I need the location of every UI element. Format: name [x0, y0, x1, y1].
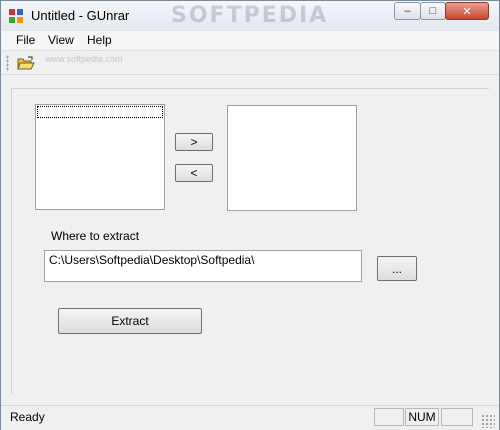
watermark-text: SOFTPEDIA	[171, 3, 329, 28]
watermark-url: www.softpedia.com	[45, 54, 123, 64]
status-pane-scroll	[441, 408, 473, 426]
open-button[interactable]	[15, 54, 37, 72]
add-button-label: >	[190, 135, 198, 149]
open-folder-icon	[17, 56, 35, 70]
status-bar: Ready NUM	[1, 405, 499, 430]
menu-file[interactable]: File	[15, 33, 36, 47]
browse-button[interactable]: ...	[377, 256, 417, 281]
status-pane-caps	[374, 408, 404, 426]
status-text: Ready	[10, 410, 45, 424]
remove-button[interactable]: <	[175, 164, 213, 182]
minimize-button[interactable]: –	[394, 2, 421, 20]
extract-button[interactable]: Extract	[58, 308, 202, 334]
selected-file-list[interactable]	[227, 105, 357, 211]
toolbar-grip[interactable]	[6, 55, 9, 71]
extract-button-label: Extract	[111, 314, 149, 328]
add-button[interactable]: >	[175, 133, 213, 151]
browse-button-label: ...	[391, 261, 402, 276]
close-button[interactable]: ✕	[445, 2, 489, 20]
window-title: Untitled - GUnrar	[31, 8, 130, 23]
status-pane-num: NUM	[405, 408, 439, 426]
close-icon: ✕	[462, 5, 472, 18]
resize-grip-icon[interactable]	[481, 414, 495, 428]
maximize-button[interactable]: □	[420, 2, 446, 20]
menu-bar: File View Help	[1, 31, 499, 51]
menu-view[interactable]: View	[47, 33, 75, 47]
extract-path-input[interactable]	[44, 250, 362, 282]
title-bar[interactable]: Untitled - GUnrar SOFTPEDIA – □ ✕	[1, 1, 499, 32]
menu-help[interactable]: Help	[86, 33, 113, 47]
num-lock-indicator: NUM	[408, 410, 436, 424]
maximize-icon: □	[429, 5, 437, 17]
app-icon	[9, 9, 23, 23]
remove-button-label: <	[190, 166, 198, 180]
minimize-icon: –	[404, 5, 411, 17]
extract-location-label: Where to extract	[51, 229, 140, 243]
focus-rectangle	[37, 106, 163, 118]
app-window: Untitled - GUnrar SOFTPEDIA – □ ✕ File V…	[0, 0, 500, 430]
toolbar: www.softpedia.com	[1, 51, 499, 75]
source-file-list[interactable]	[35, 104, 165, 210]
